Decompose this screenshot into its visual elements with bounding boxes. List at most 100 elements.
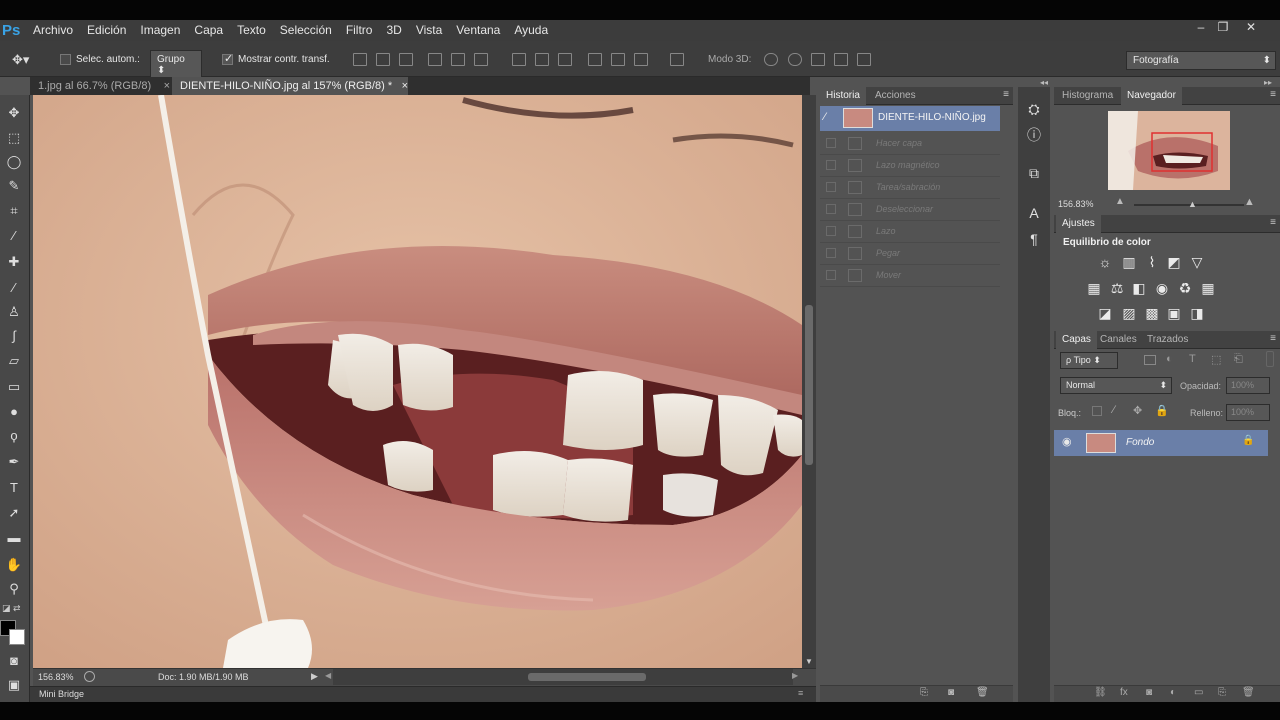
scroll-thumb[interactable] xyxy=(805,305,813,465)
hand-tool-icon[interactable]: ✋ xyxy=(4,555,24,575)
tab-1jpg[interactable]: 1.jpg al 66.7% (RGB/8) × xyxy=(30,77,170,95)
tab-navegador[interactable]: Navegador xyxy=(1121,87,1182,105)
fx-icon[interactable]: fx xyxy=(1120,687,1128,698)
distribute-vcenter-icon[interactable] xyxy=(535,53,549,66)
new-adjustment-icon[interactable]: ◐ xyxy=(1170,687,1176,698)
scroll-down-icon[interactable]: ▼ xyxy=(805,657,813,666)
layer-comps-icon[interactable]: ⧉ xyxy=(1026,165,1042,181)
history-checkbox[interactable] xyxy=(826,270,836,280)
brush-tool-icon[interactable]: ∕ xyxy=(4,278,24,298)
distribute-left-icon[interactable] xyxy=(588,53,602,66)
eraser-tool-icon[interactable]: ▱ xyxy=(4,351,24,371)
quick-select-tool-icon[interactable]: ✎ xyxy=(4,176,24,196)
hue-saturation-icon[interactable]: ▦ xyxy=(1086,281,1102,295)
close-button[interactable]: ✕ xyxy=(1240,20,1262,34)
history-panel-icon[interactable]: ⛭ xyxy=(1026,101,1042,117)
menu-imagen[interactable]: Imagen xyxy=(133,20,187,41)
history-checkbox[interactable] xyxy=(826,248,836,258)
filter-smart-icon[interactable]: ⎗ xyxy=(1234,353,1243,366)
blur-tool-icon[interactable]: ● xyxy=(4,402,24,422)
history-item[interactable]: Tarea/sabración xyxy=(820,177,1000,199)
marquee-tool-icon[interactable]: ⬚ xyxy=(4,128,24,148)
minimize-button[interactable]: – xyxy=(1190,20,1212,34)
history-checkbox[interactable] xyxy=(826,138,836,148)
new-document-icon[interactable]: ⎘ xyxy=(920,687,928,698)
menu-seleccion[interactable]: Selección xyxy=(273,20,339,41)
show-transform-checkbox[interactable]: ✓ xyxy=(222,53,233,65)
h-scroll-thumb[interactable] xyxy=(528,673,646,681)
pen-tool-icon[interactable]: ✒ xyxy=(4,452,24,472)
tab-acciones[interactable]: Acciones xyxy=(869,87,922,105)
new-group-icon[interactable]: ▭ xyxy=(1194,687,1203,698)
filter-pixel-icon[interactable] xyxy=(1144,355,1156,365)
channel-mixer-icon[interactable]: ♻ xyxy=(1177,281,1193,295)
scale-3d-icon[interactable] xyxy=(857,53,871,66)
history-snapshot[interactable]: ⁄ DIENTE-HILO-NIÑO.jpg xyxy=(820,106,1000,131)
align-hcenter-icon[interactable] xyxy=(451,53,465,66)
distribute-hcenter-icon[interactable] xyxy=(611,53,625,66)
tab-diente-hilo[interactable]: DIENTE-HILO-NIÑO.jpg al 157% (RGB/8) * × xyxy=(172,77,408,95)
close-tab-icon[interactable]: × xyxy=(402,77,408,95)
lock-position-icon[interactable]: ✥ xyxy=(1133,404,1142,417)
auto-align-icon[interactable] xyxy=(670,53,684,66)
curves-icon[interactable]: ⌇ xyxy=(1144,255,1160,269)
zoom-readout[interactable]: 156.83% xyxy=(38,672,74,682)
panel-menu-icon[interactable]: ≡ xyxy=(1003,89,1009,100)
gradient-map-icon[interactable]: ◨ xyxy=(1189,306,1205,320)
collapse-arrows-icon[interactable]: ▸▸ xyxy=(1264,78,1272,87)
black-white-icon[interactable]: ◧ xyxy=(1131,281,1147,295)
path-select-icon[interactable]: ➚ xyxy=(4,503,24,523)
vibrance-icon[interactable]: ▽ xyxy=(1189,255,1205,269)
scroll-right-icon[interactable]: ▶ xyxy=(792,671,798,680)
history-checkbox[interactable] xyxy=(826,226,836,236)
distribute-top-icon[interactable] xyxy=(512,53,526,66)
invert-icon[interactable]: ◪ xyxy=(1097,306,1113,320)
shape-tool-icon[interactable]: ▬ xyxy=(4,528,24,548)
link-layers-icon[interactable]: ⛓ xyxy=(1094,687,1107,698)
paragraph-icon[interactable]: ¶ xyxy=(1026,231,1042,247)
threshold-icon[interactable]: ▩ xyxy=(1144,306,1160,320)
vertical-scrollbar[interactable]: ▼ xyxy=(802,95,816,668)
menu-ventana[interactable]: Ventana xyxy=(449,20,507,41)
stamp-tool-icon[interactable]: ♙ xyxy=(4,302,24,322)
menu-texto[interactable]: Texto xyxy=(230,20,273,41)
color-balance-icon[interactable]: ⚖ xyxy=(1109,281,1125,295)
move-tool-icon[interactable]: ✥▾ xyxy=(12,52,29,68)
layer-row-fondo[interactable]: ◉ Fondo 🔒 xyxy=(1054,430,1268,456)
delete-layer-icon[interactable]: 🗑 xyxy=(1242,687,1255,698)
visibility-eye-icon[interactable]: ◉ xyxy=(1062,435,1072,448)
history-item[interactable]: Lazo magnético xyxy=(820,155,1000,177)
fill-input[interactable]: 100% xyxy=(1226,404,1270,421)
align-right-icon[interactable] xyxy=(474,53,488,66)
brightness-icon[interactable]: ☼ xyxy=(1097,255,1113,269)
scroll-left-icon[interactable]: ◀ xyxy=(325,671,331,680)
history-checkbox[interactable] xyxy=(826,204,836,214)
background-color[interactable] xyxy=(9,629,25,645)
workspace-dropdown[interactable]: Fotografía ⬍ xyxy=(1126,51,1276,70)
history-brush-icon[interactable]: ∫ xyxy=(4,326,24,346)
new-layer-icon[interactable]: ⎘ xyxy=(1218,687,1226,698)
eyedropper-tool-icon[interactable]: ⁄ xyxy=(4,226,24,246)
filter-shape-icon[interactable]: ⬚ xyxy=(1211,353,1221,366)
drag-3d-icon[interactable] xyxy=(811,53,825,66)
lock-transparent-icon[interactable] xyxy=(1092,406,1102,416)
character-icon[interactable]: A xyxy=(1026,205,1042,221)
mini-bridge-label[interactable]: Mini Bridge xyxy=(39,689,84,699)
collapse-arrows-icon[interactable]: ◂◂ xyxy=(1040,78,1048,87)
status-menu-arrow-icon[interactable]: ▶ xyxy=(311,671,318,682)
horizontal-scrollbar[interactable] xyxy=(333,669,793,685)
align-top-icon[interactable] xyxy=(353,53,367,66)
align-vcenter-icon[interactable] xyxy=(376,53,390,66)
photo-filter-icon[interactable]: ◉ xyxy=(1154,281,1170,295)
document-canvas[interactable] xyxy=(33,95,802,668)
navigator-thumbnail[interactable] xyxy=(1108,111,1230,190)
tab-capas[interactable]: Capas xyxy=(1056,331,1097,349)
gradient-tool-icon[interactable]: ▭ xyxy=(4,377,24,397)
status-info-icon[interactable] xyxy=(84,671,95,682)
align-left-icon[interactable] xyxy=(428,53,442,66)
panel-menu-icon[interactable]: ≡ xyxy=(1270,217,1276,228)
tab-historia[interactable]: Historia xyxy=(820,87,866,105)
healing-tool-icon[interactable]: ✚ xyxy=(4,252,24,272)
menu-filtro[interactable]: Filtro xyxy=(339,20,380,41)
crop-tool-icon[interactable]: ⌗ xyxy=(4,201,24,221)
